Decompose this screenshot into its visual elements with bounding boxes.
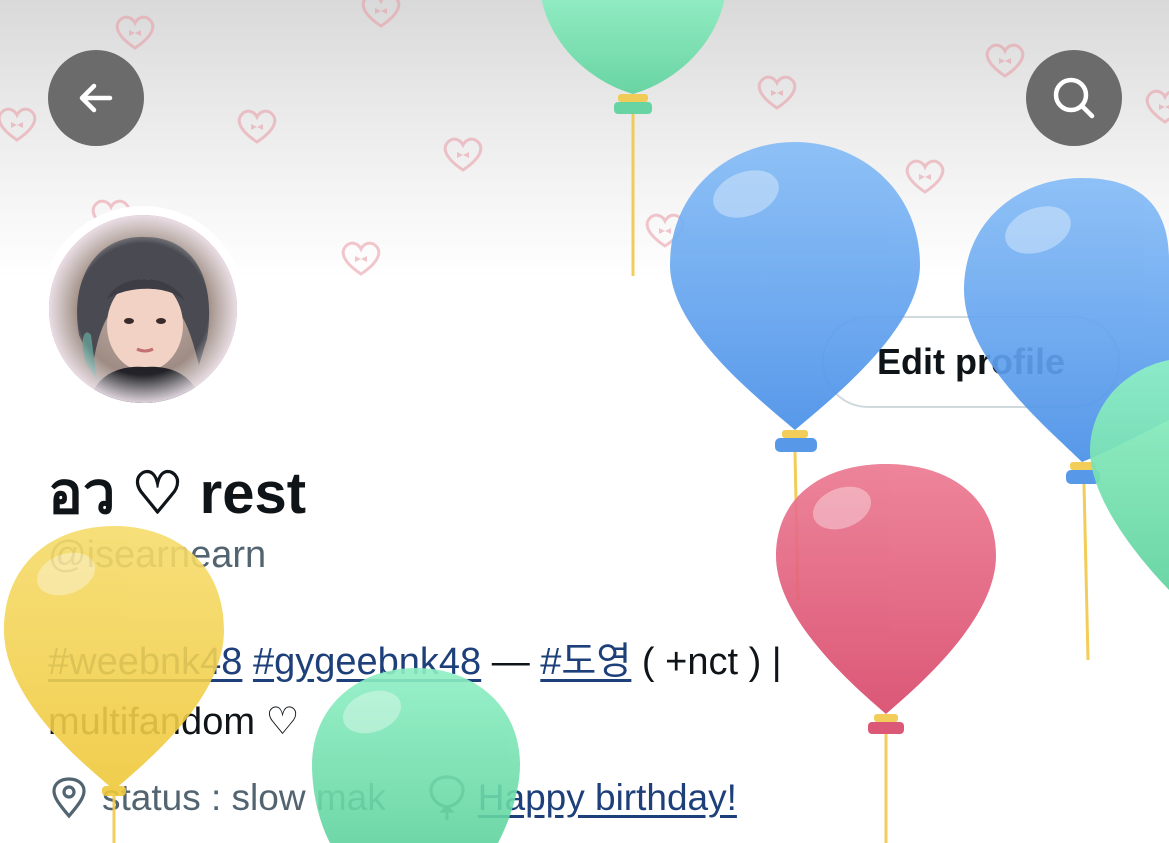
balloon-icon — [429, 775, 465, 820]
heart-bow-icon — [645, 213, 685, 248]
profile-bio: #weebnk48 #gygeebnk48 — #도영 ( +nct ) | m… — [48, 632, 1048, 752]
heart-bow-icon — [757, 75, 797, 110]
heart-bow-icon — [361, 0, 401, 28]
edit-profile-button[interactable]: Edit profile — [822, 316, 1120, 408]
user-handle: @isearnearn — [48, 534, 267, 576]
hashtag-link-gygeebnk48[interactable]: #gygeebnk48 — [253, 641, 481, 683]
avatar[interactable] — [49, 215, 237, 403]
avatar-photo — [49, 215, 237, 403]
heart-bow-icon — [237, 109, 277, 144]
birthday-link[interactable]: Happy birthday! — [478, 777, 737, 819]
hashtag-link-doyoung[interactable]: #도영 — [540, 641, 631, 683]
location-text: status : slow mak — [102, 777, 386, 818]
hashtag-link-weebnk48[interactable]: #weebnk48 — [48, 641, 242, 683]
bio-text-multifandom: multifandom ♡ — [48, 701, 300, 743]
heart-bow-icon — [1145, 89, 1169, 124]
arrow-left-icon — [79, 83, 113, 113]
map-pin-icon — [52, 777, 86, 819]
bio-dash: — — [491, 641, 530, 683]
search-icon — [1053, 77, 1095, 119]
heart-bow-icon — [443, 137, 483, 172]
heart-bow-icon — [0, 107, 37, 142]
back-button[interactable] — [48, 50, 144, 146]
bio-text-nct: ( +nct ) | — [641, 641, 782, 683]
profile-meta-row: status : slow mak Happy birthday! — [50, 772, 737, 824]
search-button[interactable] — [1026, 50, 1122, 146]
display-name: อว ♡ rest — [48, 461, 307, 526]
heart-bow-icon — [341, 241, 381, 276]
heart-bow-icon — [905, 159, 945, 194]
heart-bow-icon — [985, 43, 1025, 78]
heart-bow-icon — [115, 15, 155, 50]
